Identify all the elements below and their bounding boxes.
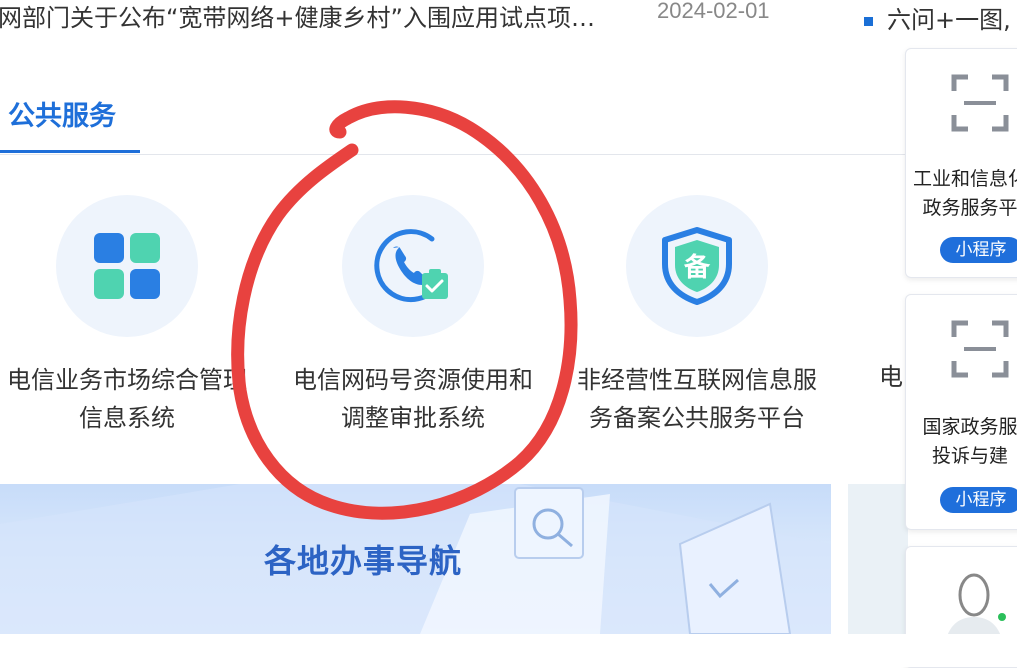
side-news-text[interactable]: 六问+一图, bbox=[887, 6, 1011, 34]
active-tab-indicator bbox=[0, 150, 140, 153]
service-label-partial[interactable]: 电 bbox=[879, 357, 903, 392]
news-item[interactable]: 网部门关于公布“宽带网络+健康乡村”入围应用试点项… 2024-02-01 bbox=[0, 0, 860, 34]
mini-program-badge: 小程序 bbox=[940, 487, 1017, 513]
service-tabbar: 公共服务 bbox=[0, 84, 905, 155]
grid-app-icon bbox=[56, 195, 198, 337]
scan-qr-icon bbox=[951, 320, 1009, 378]
scan-qr-icon bbox=[951, 74, 1009, 132]
bullet-icon bbox=[864, 16, 873, 26]
card-title: 工业和信息化 政务服务平 bbox=[912, 168, 1017, 219]
mini-program-card[interactable]: 工业和信息化 政务服务平 小程序 bbox=[905, 48, 1017, 278]
mini-program-cards: 工业和信息化 政务服务平 小程序 国家政务服 投诉与建 小程序 bbox=[905, 44, 1017, 668]
svg-text:备: 备 bbox=[683, 253, 711, 283]
service-icp-filing-platform[interactable]: 备 非经营性互联网信息服 务备案公共服务平台 bbox=[562, 195, 832, 437]
service-label: 电信网码号资源使用和 调整审批系统 bbox=[293, 366, 533, 432]
service-label: 非经营性互联网信息服 务备案公共服务平台 bbox=[577, 366, 817, 432]
side-news-item[interactable]: 六问+一图, bbox=[864, 0, 1011, 35]
mini-program-card[interactable]: 国家政务服 投诉与建 小程序 bbox=[905, 294, 1017, 530]
filing-shield-icon: 备 bbox=[626, 195, 768, 337]
service-label: 电信业务市场综合管理 信息系统 bbox=[7, 366, 247, 432]
news-date: 2024-02-01 bbox=[657, 0, 770, 23]
page-bottom-area bbox=[0, 634, 1017, 667]
card-title: 国家政务服 投诉与建 bbox=[922, 416, 1017, 467]
tab-public-services[interactable]: 公共服务 bbox=[8, 94, 116, 133]
news-title[interactable]: 网部门关于公布“宽带网络+健康乡村”入围应用试点项… bbox=[0, 0, 595, 33]
service-number-resource-approval[interactable]: 电信网码号资源使用和 调整审批系统 bbox=[278, 195, 548, 437]
mini-program-badge: 小程序 bbox=[940, 237, 1017, 263]
phone-approval-icon bbox=[342, 195, 484, 337]
secondary-banner[interactable] bbox=[848, 484, 908, 634]
service-telecom-market-system[interactable]: 电信业务市场综合管理 信息系统 bbox=[0, 195, 262, 437]
banner-title: 各地办事导航 bbox=[264, 542, 463, 580]
local-services-banner[interactable]: 各地办事导航 bbox=[0, 484, 831, 634]
